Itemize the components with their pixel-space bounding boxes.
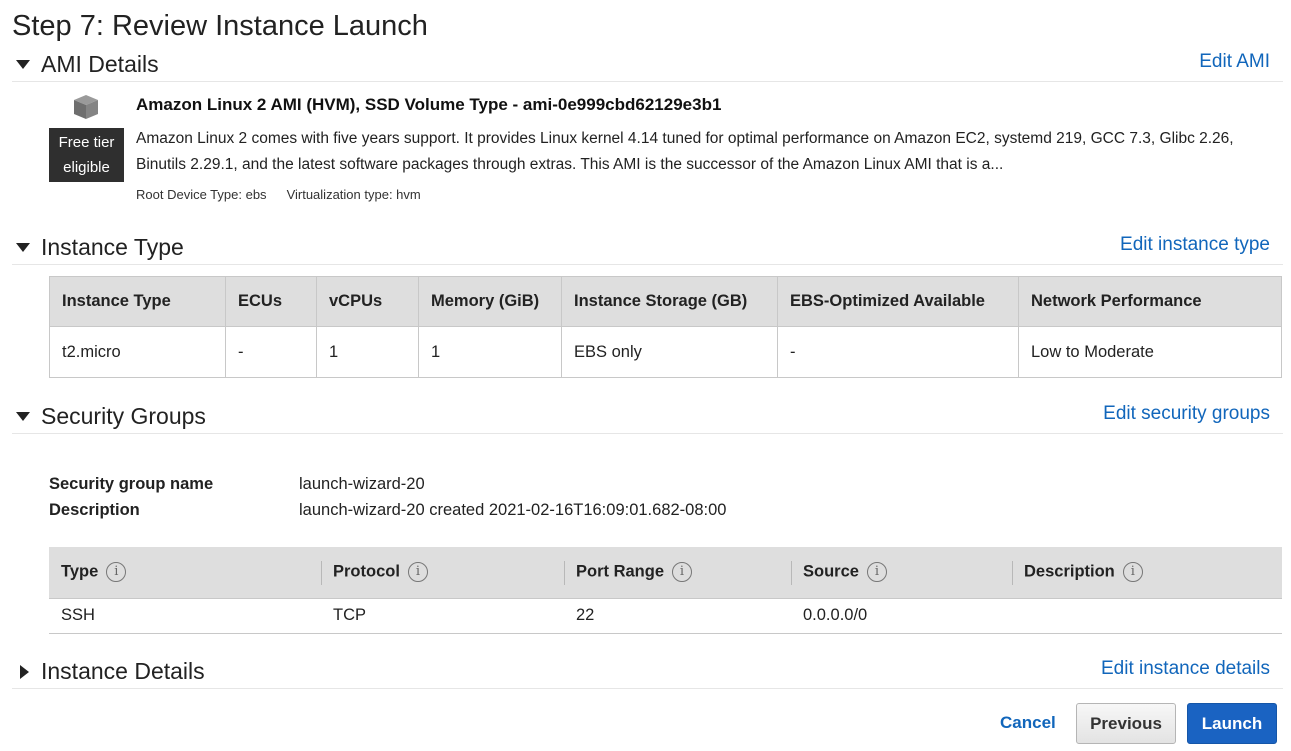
- footer-divider: [12, 688, 1283, 689]
- collapse-triangle-icon[interactable]: [16, 412, 30, 421]
- sg-description-row: Description launch-wizard-20 created 202…: [49, 497, 726, 523]
- root-device-type: Root Device Type: ebs: [136, 187, 267, 202]
- column-separator: [1012, 561, 1013, 585]
- table-cell: [1012, 598, 1282, 634]
- instance-type-title: Instance Type: [41, 234, 184, 260]
- column-header-label: Source: [803, 562, 859, 581]
- table-header-row: Type i Protocol i Port Range i Source i Desc…: [49, 547, 1282, 599]
- column-header-source[interactable]: Source i: [791, 547, 1012, 599]
- column-header-description[interactable]: Description i: [1012, 547, 1282, 599]
- ami-name: Amazon Linux 2 AMI (HVM), SSD Volume Typ…: [136, 95, 722, 114]
- column-separator: [564, 561, 565, 585]
- security-rules-table: Type i Protocol i Port Range i Source i Desc…: [49, 547, 1282, 634]
- table-cell: EBS only: [561, 326, 778, 378]
- table-cell: -: [225, 326, 317, 378]
- column-header-label: Port Range: [576, 562, 665, 581]
- column-header: Memory (GiB): [418, 276, 562, 327]
- column-header-label: Protocol: [333, 562, 400, 581]
- column-header: Instance Storage (GB): [561, 276, 778, 327]
- ami-details-title: AMI Details: [41, 51, 159, 77]
- column-header-protocol[interactable]: Protocol i: [321, 547, 564, 599]
- column-header: Network Performance: [1018, 276, 1282, 327]
- launch-button[interactable]: Launch: [1187, 703, 1277, 744]
- table-row: t2.micro - 1 1 EBS only - Low to Moderat…: [49, 326, 1282, 378]
- security-groups-header[interactable]: Security Groups Edit security groups: [12, 400, 1283, 434]
- column-header-label: Type: [61, 562, 99, 581]
- info-icon[interactable]: i: [672, 562, 693, 583]
- ami-meta: Root Device Type: ebs Virtualization type…: [136, 187, 421, 202]
- ami-description: Amazon Linux 2 comes with five years sup…: [136, 130, 1234, 173]
- virtualization-type: Virtualization type: hvm: [286, 187, 421, 202]
- sg-name-row: Security group name launch-wizard-20: [49, 471, 726, 497]
- table-cell: 0.0.0.0/0: [791, 598, 1012, 634]
- table-row: SSH TCP 22 0.0.0.0/0: [49, 598, 1282, 634]
- instance-type-table: Instance Type ECUs vCPUs Memory (GiB) In…: [49, 276, 1282, 378]
- info-icon[interactable]: i: [106, 562, 127, 583]
- table-cell: -: [777, 326, 1019, 378]
- column-header-port-range[interactable]: Port Range i: [564, 547, 791, 599]
- security-group-info: Security group name launch-wizard-20 Des…: [49, 471, 726, 523]
- edit-instance-type-link[interactable]: Edit instance type: [1120, 234, 1270, 256]
- security-groups-title: Security Groups: [41, 403, 206, 429]
- collapse-triangle-icon[interactable]: [16, 243, 30, 252]
- table-cell: t2.micro: [49, 326, 226, 378]
- column-header: Instance Type: [49, 276, 226, 327]
- table-cell: 1: [418, 326, 562, 378]
- info-icon[interactable]: i: [407, 562, 428, 583]
- column-header-label: Description: [1024, 562, 1115, 581]
- edit-instance-details-link[interactable]: Edit instance details: [1101, 658, 1270, 680]
- badge-line-2: eligible: [63, 159, 110, 176]
- instance-details-header[interactable]: Instance Details Edit instance details: [12, 655, 1283, 689]
- table-cell: 1: [316, 326, 419, 378]
- column-header: ECUs: [225, 276, 317, 327]
- collapse-triangle-icon[interactable]: [16, 60, 30, 69]
- table-cell: TCP: [321, 598, 564, 634]
- table-cell: 22: [564, 598, 791, 634]
- ami-details-header[interactable]: AMI Details Edit AMI: [12, 48, 1283, 82]
- column-header: vCPUs: [316, 276, 419, 327]
- edit-security-groups-link[interactable]: Edit security groups: [1103, 403, 1270, 425]
- instance-type-header[interactable]: Instance Type Edit instance type: [12, 231, 1283, 265]
- page-title: Step 7: Review Instance Launch: [12, 10, 428, 42]
- instance-details-title: Instance Details: [41, 658, 205, 684]
- sg-name-value: launch-wizard-20: [299, 475, 425, 493]
- previous-button[interactable]: Previous: [1076, 703, 1176, 744]
- column-separator: [321, 561, 322, 585]
- column-header: EBS-Optimized Available: [777, 276, 1019, 327]
- column-separator: [791, 561, 792, 585]
- info-icon[interactable]: i: [1122, 562, 1143, 583]
- edit-ami-link[interactable]: Edit AMI: [1199, 51, 1270, 73]
- info-icon[interactable]: i: [866, 562, 887, 583]
- table-cell: SSH: [49, 598, 321, 634]
- sg-name-label: Security group name: [49, 475, 214, 493]
- sg-description-value: launch-wizard-20 created 2021-02-16T16:0…: [299, 501, 727, 519]
- table-header-row: Instance Type ECUs vCPUs Memory (GiB) In…: [49, 276, 1282, 327]
- expand-triangle-icon[interactable]: [20, 665, 29, 679]
- column-header-type[interactable]: Type i: [49, 547, 321, 599]
- badge-line-1: Free tier: [58, 134, 115, 151]
- sg-description-label: Description: [49, 501, 140, 519]
- table-cell: Low to Moderate: [1018, 326, 1282, 378]
- cancel-button[interactable]: Cancel: [1000, 713, 1056, 733]
- cube-icon: [74, 95, 98, 119]
- free-tier-badge: Free tier eligible: [49, 128, 124, 182]
